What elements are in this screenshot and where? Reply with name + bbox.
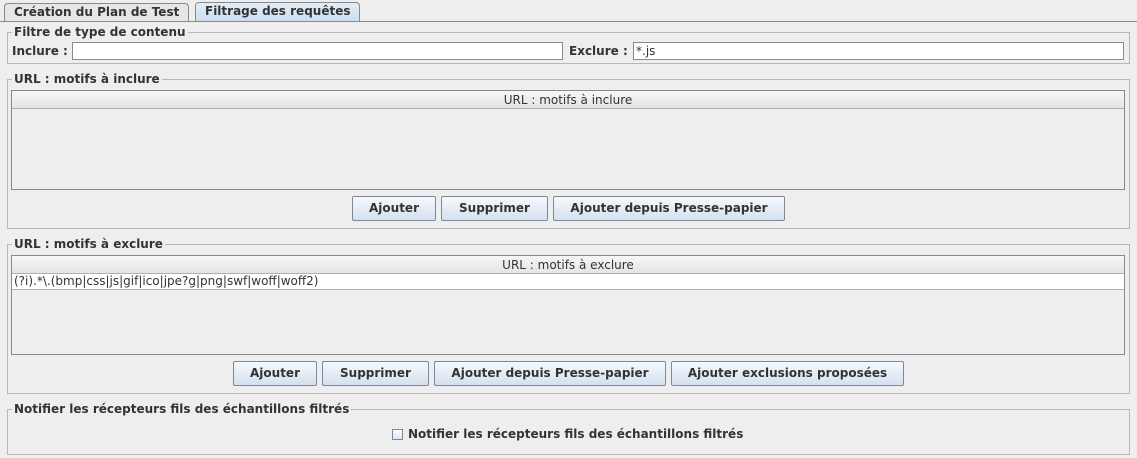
include-field[interactable] — [72, 42, 563, 60]
tab-bar: Création du Plan de Test Filtrage des re… — [0, 0, 1137, 22]
exclude-delete-button[interactable]: Supprimer — [322, 361, 429, 386]
tab-divider — [0, 21, 1137, 22]
table-row[interactable]: (?i).*\.(bmp|css|js|gif|ico|jpe?g|png|sw… — [12, 274, 1124, 290]
include-label: Inclure : — [12, 44, 68, 58]
tab-test-plan-creation[interactable]: Création du Plan de Test — [4, 3, 190, 22]
url-exclude-column-header[interactable]: URL : motifs à exclure — [12, 256, 1124, 274]
notify-checkbox[interactable] — [392, 428, 403, 440]
url-include-table[interactable]: URL : motifs à inclure — [11, 90, 1125, 190]
include-delete-button[interactable]: Supprimer — [441, 196, 548, 221]
content-type-filter-legend: Filtre de type de contenu — [12, 25, 188, 39]
include-add-clipboard-button[interactable]: Ajouter depuis Presse-papier — [553, 196, 785, 221]
tab-request-filtering[interactable]: Filtrage des requêtes — [195, 2, 361, 22]
exclude-label: Exclure : — [569, 44, 628, 58]
url-exclude-legend: URL : motifs à exclure — [12, 237, 165, 251]
exclude-field[interactable] — [633, 42, 1124, 60]
notify-checkbox-label[interactable]: Notifier les récepteurs fils des échanti… — [408, 427, 743, 441]
exclude-add-button[interactable]: Ajouter — [233, 361, 317, 386]
notify-checkbox-row[interactable]: Notifier les récepteurs fils des échanti… — [392, 427, 743, 441]
url-include-column-header[interactable]: URL : motifs à inclure — [12, 91, 1124, 109]
exclude-add-suggested-button[interactable]: Ajouter exclusions proposées — [671, 361, 904, 386]
notify-legend: Notifier les récepteurs fils des échanti… — [12, 402, 352, 416]
url-exclude-table[interactable]: URL : motifs à exclure (?i).*\.(bmp|css|… — [11, 255, 1125, 355]
exclude-add-clipboard-button[interactable]: Ajouter depuis Presse-papier — [434, 361, 666, 386]
include-add-button[interactable]: Ajouter — [352, 196, 436, 221]
url-include-legend: URL : motifs à inclure — [12, 72, 162, 86]
